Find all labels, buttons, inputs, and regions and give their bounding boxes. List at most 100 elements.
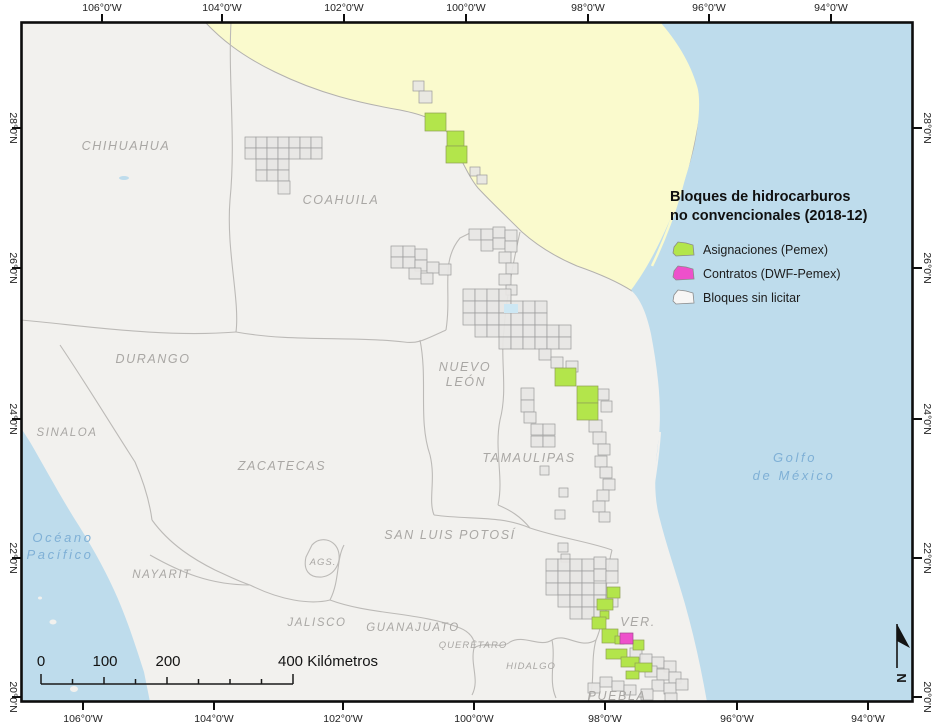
state-label-guanajuato: GUANAJUATO (366, 622, 460, 634)
unlicensed-blocks-shape (558, 571, 570, 583)
lat-label: 22°0'N (921, 542, 933, 573)
unlicensed-blocks-shape (278, 170, 289, 181)
unlicensed-blocks-shape (505, 230, 517, 241)
sea-label-gulf-2: de México (753, 468, 836, 483)
unlicensed-blocks-shape (535, 301, 547, 313)
unlicensed-blocks-shape (289, 137, 300, 148)
unlicensed-blocks-shape (469, 229, 481, 240)
unlicensed-blocks-shape (589, 420, 602, 432)
unlicensed-blocks-shape (558, 583, 570, 595)
sea-label-gulf-1: Golfo (773, 450, 817, 465)
reservoir (504, 304, 518, 313)
dwf-pemex-contract-block (620, 633, 633, 644)
unlicensed-blocks-shape (664, 683, 676, 694)
unlicensed-blocks-shape (531, 424, 543, 435)
unlicensed-blocks-shape (582, 583, 594, 595)
pemex-assignment-blocks-shape (607, 587, 620, 598)
pemex-assignment-blocks-shape (592, 617, 606, 629)
pemex-assignment-blocks-shape (446, 146, 467, 163)
longitude-labels-bottom: 106°0'W 104°0'W 102°0'W 100°0'W 98°0'W 9… (63, 713, 885, 725)
unlicensed-blocks-shape (245, 148, 256, 159)
unlicensed-blocks-shape (543, 436, 555, 447)
unlicensed-blocks-shape (523, 337, 535, 349)
lon-label: 102°0'W (324, 2, 364, 14)
unlicensed-blocks-shape (278, 137, 289, 148)
unlicensed-blocks-shape (256, 148, 267, 159)
unlicensed-blocks-shape (594, 557, 606, 569)
sea-label-pacific-1: Océano (32, 530, 93, 545)
unlicensed-blocks-shape (559, 337, 571, 349)
unlicensed-blocks-shape (597, 490, 609, 501)
unlicensed-blocks-shape (594, 569, 606, 581)
state-label-nayarit: NAYARIT (132, 569, 192, 581)
unlicensed-blocks-shape (600, 677, 612, 687)
pacific-islands-shape (50, 620, 57, 625)
lat-label: 24°0'N (921, 403, 933, 434)
unlicensed-blocks-shape (511, 337, 523, 349)
unlicensed-blocks-shape (421, 273, 433, 284)
sea-label-pacific-2: Pacífico (26, 547, 93, 562)
unlicensed-blocks-shape (256, 170, 267, 181)
unlicensed-blocks-shape (558, 543, 568, 552)
unlicensed-blocks-shape (463, 301, 475, 313)
unlicensed-blocks-shape (481, 229, 493, 240)
pemex-assignment-blocks-shape (425, 113, 446, 131)
unlicensed-blocks-shape (487, 289, 499, 301)
unlicensed-blocks-shape (487, 325, 499, 337)
scale-label-200: 200 (155, 653, 180, 670)
lat-label: 24°0'N (7, 403, 19, 434)
state-label-sinaloa: SINALOA (36, 427, 97, 439)
state-label-jalisco: JALISCO (286, 617, 346, 629)
unlicensed-blocks-shape (415, 249, 427, 260)
unlicensed-blocks-shape (535, 337, 547, 349)
state-label-coahuila: COAHUILA (303, 193, 380, 207)
unlicensed-blocks-shape (676, 679, 688, 690)
unlicensed-blocks-shape (570, 607, 582, 619)
unlicensed-blocks-shape (593, 501, 605, 512)
unlicensed-blocks-shape (427, 262, 439, 273)
unlicensed-blocks-shape (598, 389, 609, 400)
unlicensed-blocks-shape (551, 357, 563, 368)
pemex-assignment-blocks-shape (626, 671, 639, 679)
unlicensed-blocks-shape (582, 571, 594, 583)
unlicensed-blocks-shape (470, 167, 480, 176)
legend-title-line2: no convencionales (2018-12) (670, 208, 868, 224)
unlicensed-blocks-shape (570, 559, 582, 571)
unlicensed-blocks-shape (475, 301, 487, 313)
unlicensed-blocks-shape (409, 268, 421, 279)
lon-label: 104°0'W (194, 713, 234, 725)
unlicensed-blocks-shape (524, 412, 536, 423)
lon-label: 100°0'W (446, 2, 486, 14)
unlicensed-blocks-shape (475, 289, 487, 301)
pemex-assignment-blocks-shape (447, 131, 464, 146)
state-label-chihuahua: CHIHUAHUA (82, 139, 171, 153)
unlicensed-blocks-shape (546, 583, 558, 595)
unlicensed-blocks-shape (558, 559, 570, 571)
unlicensed-blocks-shape (521, 400, 534, 412)
unlicensed-blocks-shape (540, 466, 549, 475)
lat-label: 26°0'N (921, 252, 933, 283)
pacific-islands-shape (70, 686, 78, 692)
unlicensed-blocks-shape (546, 559, 558, 571)
unlicensed-blocks-shape (499, 274, 511, 285)
state-label-nuevo-leon-1: NUEVO (439, 360, 491, 374)
lat-label: 28°0'N (7, 112, 19, 143)
unlicensed-blocks-shape (493, 238, 505, 249)
unlicensed-blocks-shape (570, 571, 582, 583)
state-label-veracruz: VER. (620, 615, 656, 629)
lon-label: 106°0'W (82, 2, 122, 14)
pacific-islands-shape (38, 597, 42, 600)
unlicensed-blocks-shape (439, 264, 451, 275)
pemex-assignment-blocks-shape (555, 368, 576, 386)
unlicensed-blocks-shape (547, 337, 559, 349)
state-label-hidalgo: HIDALGO (506, 661, 556, 672)
unlicensed-blocks-shape (535, 313, 547, 325)
unlicensed-blocks-shape (256, 159, 267, 170)
unlicensed-blocks-shape (403, 257, 415, 268)
legend-swatch-contratos (673, 266, 694, 280)
unlicensed-blocks-shape (267, 170, 278, 181)
state-label-queretaro: QUERÉTARO (439, 640, 507, 651)
latitude-labels-left: 28°0'N 26°0'N 24°0'N 22°0'N 20°0'N (7, 112, 19, 712)
unlicensed-blocks-shape (559, 488, 568, 497)
legend-title-line1: Bloques de hidrocarburos (670, 189, 850, 205)
